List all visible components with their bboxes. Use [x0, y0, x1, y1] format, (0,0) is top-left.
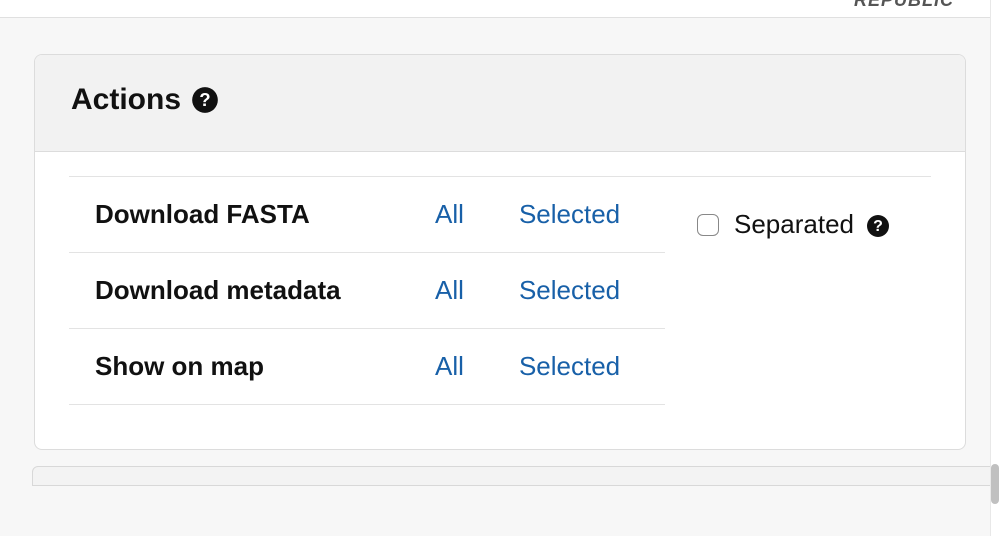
separated-checkbox[interactable] [697, 214, 719, 236]
separated-label: Separated [734, 209, 854, 240]
show-on-map-selected-link[interactable]: Selected [519, 351, 620, 381]
help-icon[interactable]: ? [866, 213, 890, 237]
action-label: Show on map [69, 329, 409, 405]
download-metadata-all-link[interactable]: All [435, 275, 464, 305]
page-content: Actions ? Download FASTA All Selected Do… [0, 18, 1000, 506]
action-label: Download metadata [69, 253, 409, 329]
action-row-download-metadata: Download metadata All Selected [69, 253, 665, 329]
svg-text:?: ? [873, 218, 883, 235]
actions-card-header: Actions ? [35, 55, 965, 152]
download-metadata-selected-link[interactable]: Selected [519, 275, 620, 305]
action-label: Download FASTA [69, 177, 409, 253]
actions-table: Download FASTA All Selected Download met… [69, 176, 665, 405]
actions-card-body: Download FASTA All Selected Download met… [35, 152, 965, 449]
separated-option: Separated ? [665, 176, 931, 250]
actions-title-text: Actions [71, 83, 181, 117]
show-on-map-all-link[interactable]: All [435, 351, 464, 381]
bottom-panel-edge [32, 466, 1000, 486]
actions-card: Actions ? Download FASTA All Selected Do… [34, 54, 966, 450]
top-bar: REPUBLIC [0, 0, 1000, 18]
download-fasta-selected-link[interactable]: Selected [519, 199, 620, 229]
action-row-download-fasta: Download FASTA All Selected [69, 177, 665, 253]
download-fasta-all-link[interactable]: All [435, 199, 464, 229]
help-icon[interactable]: ? [191, 86, 219, 114]
actions-title: Actions ? [71, 83, 929, 117]
svg-text:?: ? [199, 89, 210, 110]
vertical-scrollbar[interactable] [990, 0, 1000, 536]
brand-logo-text: REPUBLIC [854, 0, 954, 11]
action-row-show-on-map: Show on map All Selected [69, 329, 665, 405]
